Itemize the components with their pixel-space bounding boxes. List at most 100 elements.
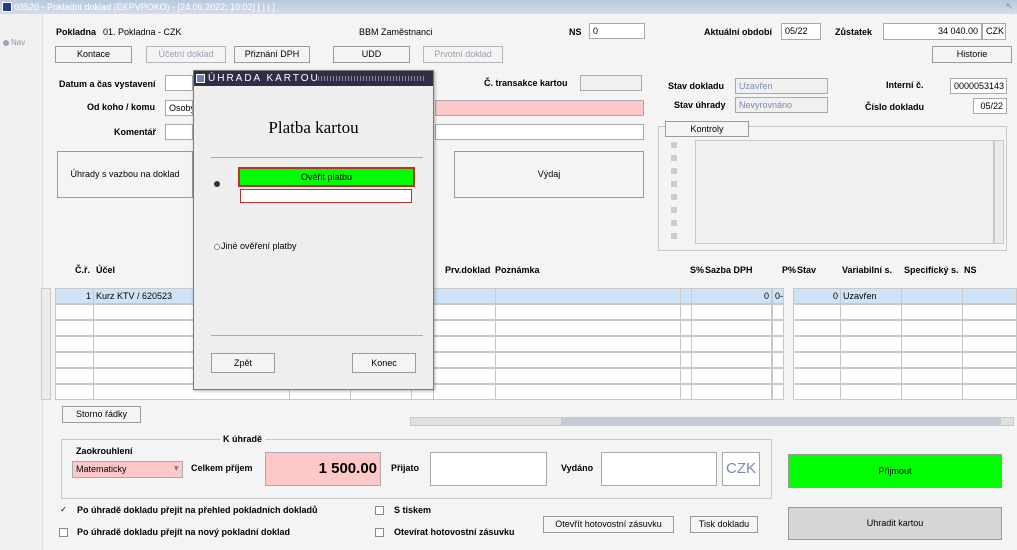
grid-cell[interactable] <box>840 368 902 384</box>
grid-cell[interactable] <box>962 304 1017 320</box>
grid-cell[interactable] <box>433 304 497 320</box>
nav-label[interactable]: Nav <box>11 38 25 47</box>
grid-cell[interactable] <box>772 320 784 336</box>
grid-cell[interactable] <box>691 368 772 384</box>
grid-cell[interactable] <box>793 336 841 352</box>
grid-cell[interactable] <box>495 320 681 336</box>
datum-field[interactable] <box>165 75 193 91</box>
grid-cell[interactable] <box>901 304 963 320</box>
grid-cell[interactable] <box>901 352 963 368</box>
grid-cell[interactable] <box>901 384 963 400</box>
ns-field[interactable]: 0 <box>589 23 645 39</box>
grid-cell[interactable] <box>691 320 772 336</box>
tisk-dokladu-button[interactable]: Tisk dokladu <box>690 516 758 533</box>
zaokrouhleni-select[interactable]: Matematicky <box>72 461 183 478</box>
otevirat-checkbox[interactable] <box>375 528 384 537</box>
opt1-checkbox[interactable]: ✓ <box>59 506 68 515</box>
grid-cell[interactable]: 0 <box>793 288 841 304</box>
grid-cell[interactable] <box>691 304 772 320</box>
uhrady-vazba-button[interactable]: Úhrady s vazbou na doklad <box>57 151 193 198</box>
uhradit-kartou-button[interactable]: Uhradit kartou <box>788 507 1002 540</box>
historie-button[interactable]: Historie <box>932 46 1012 63</box>
grid-cell[interactable] <box>55 384 94 400</box>
grid-cell[interactable] <box>962 368 1017 384</box>
grid-cell[interactable] <box>55 352 94 368</box>
jine-overeni-radio[interactable] <box>214 244 220 250</box>
grid-cell[interactable] <box>793 352 841 368</box>
horizontal-scrollbar[interactable] <box>410 417 1014 426</box>
scroll-thumb[interactable] <box>561 418 1001 425</box>
grid-cell[interactable] <box>901 320 963 336</box>
otevrit-zasuvku-button[interactable]: Otevřít hotovostní zásuvku <box>543 516 674 533</box>
prvotni-doklad-button[interactable]: Prvotní doklad <box>423 46 503 63</box>
grid-cell[interactable] <box>495 352 681 368</box>
grid-cell[interactable] <box>772 304 784 320</box>
grid-cell[interactable] <box>840 304 902 320</box>
grid-cell[interactable] <box>433 320 497 336</box>
grid-cell[interactable]: Uzavřen <box>840 288 902 304</box>
grid-cell[interactable] <box>901 288 963 304</box>
grid-cell[interactable]: 0-100 nezdanite <box>772 288 784 304</box>
storno-radky-button[interactable]: Storno řádky <box>62 406 141 423</box>
overit-platbu-button[interactable]: Ověřit platbu <box>238 167 415 187</box>
grid-cell[interactable] <box>433 288 497 304</box>
grid-cell[interactable] <box>772 336 784 352</box>
grid-cell[interactable] <box>901 368 963 384</box>
grid-cell[interactable]: 1 <box>55 288 94 304</box>
od-koho-name-field[interactable] <box>435 100 644 116</box>
grid-cell[interactable] <box>962 352 1017 368</box>
priznani-dph-button[interactable]: Přiznání DPH <box>234 46 310 63</box>
grid-cell[interactable] <box>901 336 963 352</box>
opt2-checkbox[interactable] <box>59 528 68 537</box>
grid-cell[interactable] <box>772 368 784 384</box>
grid-cell[interactable]: 0 <box>691 288 772 304</box>
s-tiskem-checkbox[interactable] <box>375 506 384 515</box>
kontace-button[interactable]: Kontace <box>55 46 132 63</box>
ucetni-doklad-button[interactable]: Účetní doklad <box>146 46 226 63</box>
prijato-field[interactable] <box>430 452 547 486</box>
grid-cell[interactable] <box>840 384 902 400</box>
grid-cell[interactable] <box>691 336 772 352</box>
grid-cell[interactable] <box>793 320 841 336</box>
overit-result-field[interactable] <box>240 189 412 203</box>
grid-cell[interactable] <box>433 352 497 368</box>
grid-cell[interactable] <box>495 304 681 320</box>
grid-cell[interactable] <box>793 368 841 384</box>
grid-cell[interactable] <box>793 384 841 400</box>
chevron-down-icon[interactable]: ▾ <box>174 463 179 474</box>
grid-cell[interactable] <box>433 368 497 384</box>
overit-radio[interactable] <box>214 181 220 187</box>
grid-cell[interactable] <box>840 320 902 336</box>
vydaj-button[interactable]: Výdaj <box>454 151 644 198</box>
obdobi-field[interactable]: 05/22 <box>781 23 821 40</box>
grid-cell[interactable] <box>962 320 1017 336</box>
grid-cell[interactable] <box>840 352 902 368</box>
grid-cell[interactable] <box>962 288 1017 304</box>
grid-cell[interactable] <box>495 288 681 304</box>
kontroly-scrollbar[interactable] <box>994 140 1004 244</box>
grid-cell[interactable] <box>691 352 772 368</box>
grid-cell[interactable] <box>962 384 1017 400</box>
grid-cell[interactable] <box>840 336 902 352</box>
grid-cell[interactable] <box>772 352 784 368</box>
grid-cell[interactable] <box>691 384 772 400</box>
zpet-button[interactable]: Zpět <box>211 353 275 373</box>
komentar-field[interactable] <box>165 124 193 140</box>
grid-cell[interactable] <box>433 384 497 400</box>
grid-cell[interactable] <box>962 336 1017 352</box>
grid-cell[interactable] <box>495 368 681 384</box>
grid-cell[interactable] <box>772 384 784 400</box>
tab-kontroly[interactable]: Kontroly <box>665 121 749 137</box>
vydano-field[interactable] <box>601 452 717 486</box>
komentar-long-field[interactable] <box>435 124 644 140</box>
grid-cell[interactable] <box>55 368 94 384</box>
grid-cell[interactable] <box>55 304 94 320</box>
grid-cell[interactable] <box>55 336 94 352</box>
grid-cell[interactable] <box>55 320 94 336</box>
konec-button[interactable]: Konec <box>352 353 416 373</box>
prijmout-button[interactable]: Přijmout <box>788 454 1002 488</box>
grid-cell[interactable] <box>433 336 497 352</box>
grid-scrollbar[interactable] <box>41 288 51 400</box>
grid-cell[interactable] <box>495 336 681 352</box>
restore-icon[interactable]: ↖ <box>1005 1 1013 12</box>
